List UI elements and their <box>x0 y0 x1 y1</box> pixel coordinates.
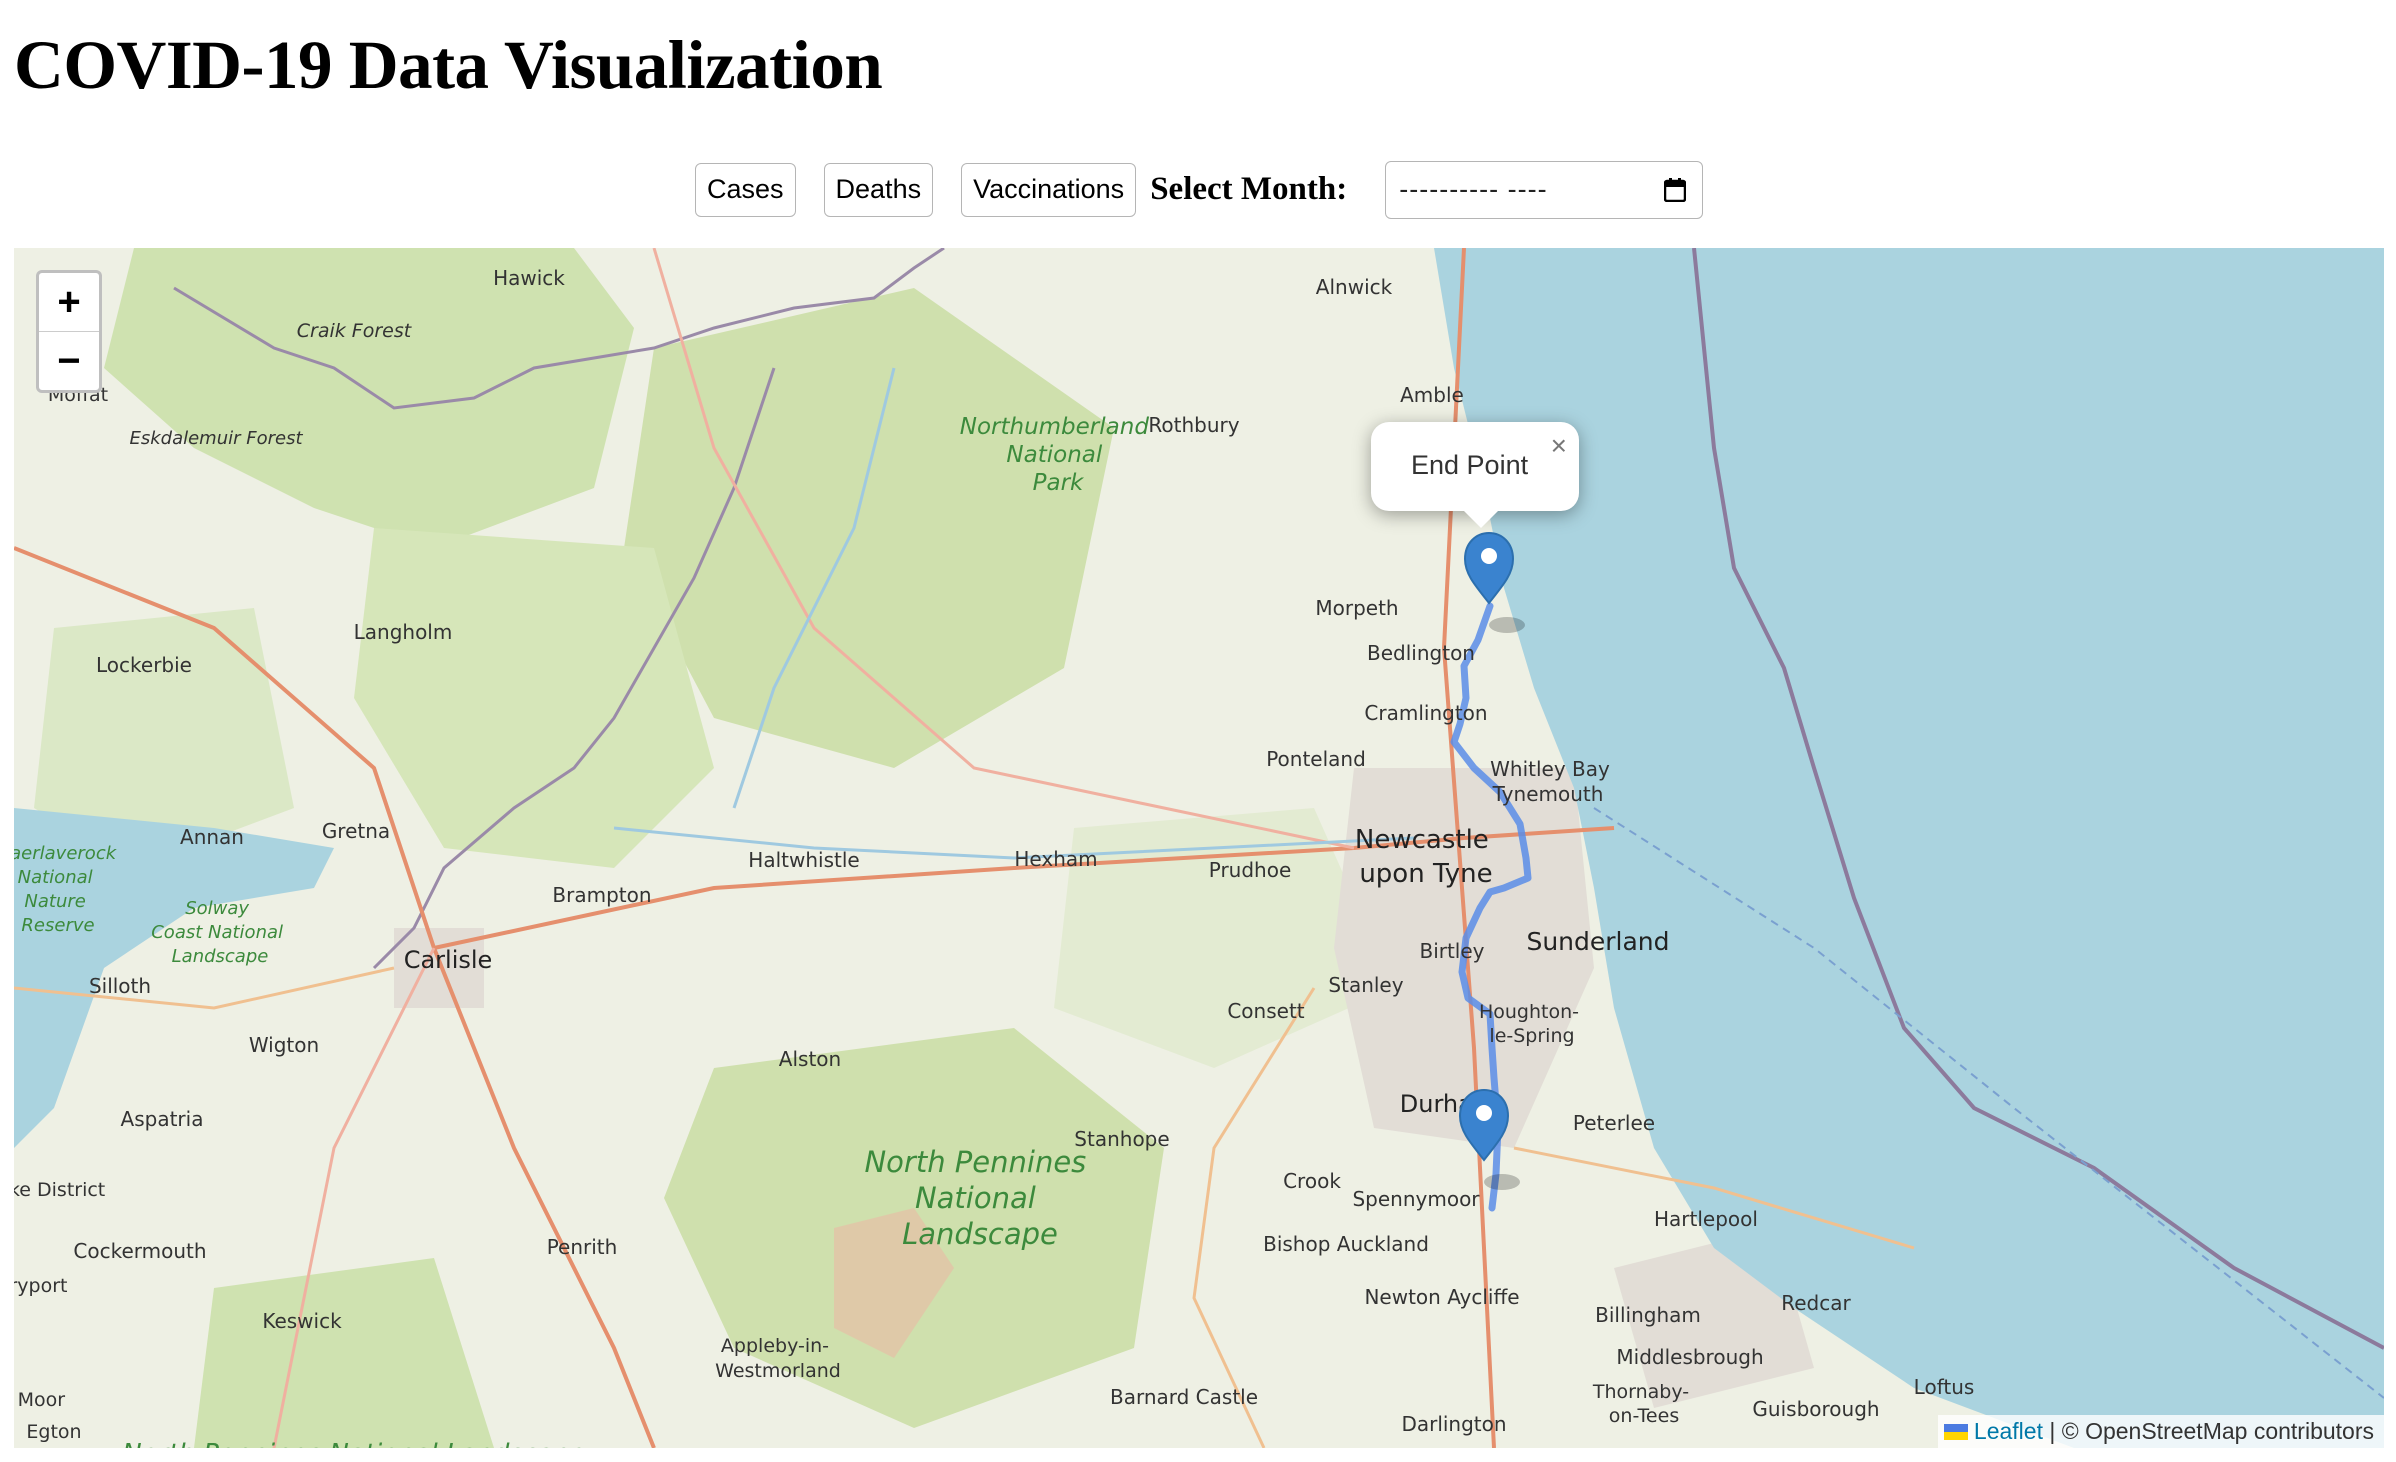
place-label: Darlington <box>1401 1412 1506 1436</box>
place-label: Haltwhistle <box>748 848 859 872</box>
zoom-control: + − <box>36 270 102 393</box>
park-label-line: Reserve <box>21 915 94 936</box>
end-point-popup: End Point × <box>1371 422 1579 528</box>
place-label: Redcar <box>1781 1291 1851 1315</box>
place-label: Guisborough <box>1752 1397 1879 1421</box>
park-label-line: Landscape <box>902 1217 1058 1251</box>
place-label: Alnwick <box>1316 275 1393 299</box>
place-label: Hawick <box>493 266 565 290</box>
park-label-line: Landscape <box>172 946 269 967</box>
attribution-separator: | <box>2042 1418 2062 1444</box>
park-label-line: Northumberland <box>960 414 1150 440</box>
zoom-out-button[interactable]: − <box>39 332 99 390</box>
park-label-line: Coast National <box>151 922 283 943</box>
place-label: Annan <box>180 825 244 849</box>
osm-attribution[interactable]: © OpenStreetMap contributors <box>2062 1418 2374 1445</box>
place-label: Birtley <box>1419 939 1484 963</box>
place-label-city-line: Newcastle <box>1355 825 1489 855</box>
ukraine-flag-icon <box>1943 1423 1968 1440</box>
place-label: Billingham <box>1595 1303 1701 1327</box>
park-label: North Pennines National Landscape <box>122 1439 585 1448</box>
place-label: Sunderland <box>1526 927 1669 956</box>
place-label: Cor Moor <box>14 1389 65 1411</box>
place-label: Craik Forest <box>297 320 413 342</box>
place-label: Aspatria <box>121 1107 204 1131</box>
place-label: Newton Aycliffe <box>1364 1285 1519 1309</box>
place-label: Cramlington <box>1364 701 1487 725</box>
popup-text: End Point <box>1411 450 1529 480</box>
place-label: Stanley <box>1328 973 1403 997</box>
park-label-line: North Pennines <box>864 1145 1086 1179</box>
deaths-button[interactable]: Deaths <box>823 162 934 217</box>
place-label-line: le-Spring <box>1489 1025 1574 1047</box>
month-input-value: ---------- ---- <box>1399 174 1548 204</box>
place-label: Consett <box>1227 999 1304 1023</box>
park-label-line: Park <box>1033 470 1085 496</box>
place-label: Crook <box>1283 1169 1341 1193</box>
place-label: Amble <box>1400 383 1464 407</box>
place-label: Barnard Castle <box>1110 1385 1258 1409</box>
map-tiles: Hawick Alnwick Craik Forest Moffat Eskda… <box>14 248 2384 1448</box>
place-label: Brampton <box>552 883 651 907</box>
place-label: Prudhoe <box>1209 858 1292 882</box>
place-label: Bishop Auckland <box>1263 1232 1429 1256</box>
place-label-line: Thornaby- <box>1592 1381 1689 1403</box>
place-label: Peterlee <box>1573 1111 1655 1135</box>
place-label-line: Appleby-in- <box>721 1335 829 1357</box>
place-label: Loftus <box>1914 1375 1975 1399</box>
place-label: Gretna <box>322 819 390 843</box>
park-label-line: National <box>915 1181 1036 1215</box>
place-label: Ponteland <box>1266 747 1366 771</box>
place-label: Keswick <box>262 1309 342 1333</box>
park-label-line: National <box>1006 442 1102 468</box>
place-label: Lake District <box>14 1179 105 1201</box>
place-label: Silloth <box>89 974 151 998</box>
zoom-in-button[interactable]: + <box>39 273 99 332</box>
place-label: Rothbury <box>1148 413 1239 437</box>
place-label: Egton <box>26 1421 81 1443</box>
calendar-icon[interactable] <box>1664 177 1687 202</box>
park-label-line: National <box>18 867 93 888</box>
place-label: Hexham <box>1014 847 1097 871</box>
place-label: Lockerbie <box>96 653 192 677</box>
vaccinations-button[interactable]: Vaccinations <box>961 162 1137 217</box>
place-label: Cockermouth <box>73 1239 206 1263</box>
place-label: Eskdalemuir Forest <box>129 428 303 449</box>
place-label: Carlisle <box>404 946 493 974</box>
select-month-label: Select Month: <box>1150 171 1348 207</box>
place-label: Morpeth <box>1315 596 1398 620</box>
place-label: Tynemouth <box>1492 782 1604 806</box>
marker-dot <box>1476 1105 1492 1121</box>
attribution: Leaflet | © OpenStreetMap contributors <box>1937 1415 2384 1448</box>
marker-shadow <box>1489 617 1525 633</box>
place-label: Whitley Bay <box>1490 757 1610 781</box>
marker-shadow <box>1484 1174 1520 1190</box>
popup-tip <box>1463 510 1499 528</box>
place-label: Wigton <box>249 1033 319 1057</box>
park-label-line: Nature <box>24 891 85 912</box>
place-label: Langholm <box>354 620 453 644</box>
place-label: Hartlepool <box>1654 1207 1758 1231</box>
place-label-city-line: upon Tyne <box>1359 859 1492 889</box>
page-title: COVID-19 Data Visualization <box>14 27 883 103</box>
controls-bar: Cases Deaths Vaccinations Select Month: … <box>695 160 1704 219</box>
place-label: Middlesbrough <box>1616 1345 1763 1369</box>
park-label-line: aerlaverock <box>14 843 118 864</box>
leaflet-link[interactable]: Leaflet <box>1974 1418 2043 1445</box>
month-input[interactable]: ---------- ---- <box>1385 160 1704 219</box>
close-icon[interactable]: × <box>1551 430 1567 462</box>
place-label: Alston <box>779 1047 841 1071</box>
place-label: Aryport <box>14 1275 68 1297</box>
place-label: Spennymoor <box>1352 1187 1480 1211</box>
place-label-line: Westmorland <box>715 1360 841 1382</box>
place-label: Penrith <box>547 1235 618 1259</box>
place-label-line: on-Tees <box>1609 1405 1679 1427</box>
marker-dot <box>1481 548 1497 564</box>
cases-button[interactable]: Cases <box>695 162 796 217</box>
park-label-line: Solway <box>185 898 249 919</box>
map-container[interactable]: Hawick Alnwick Craik Forest Moffat Eskda… <box>14 248 2384 1448</box>
place-label-line: Houghton- <box>1479 1001 1579 1023</box>
place-label: Bedlington <box>1367 641 1475 665</box>
